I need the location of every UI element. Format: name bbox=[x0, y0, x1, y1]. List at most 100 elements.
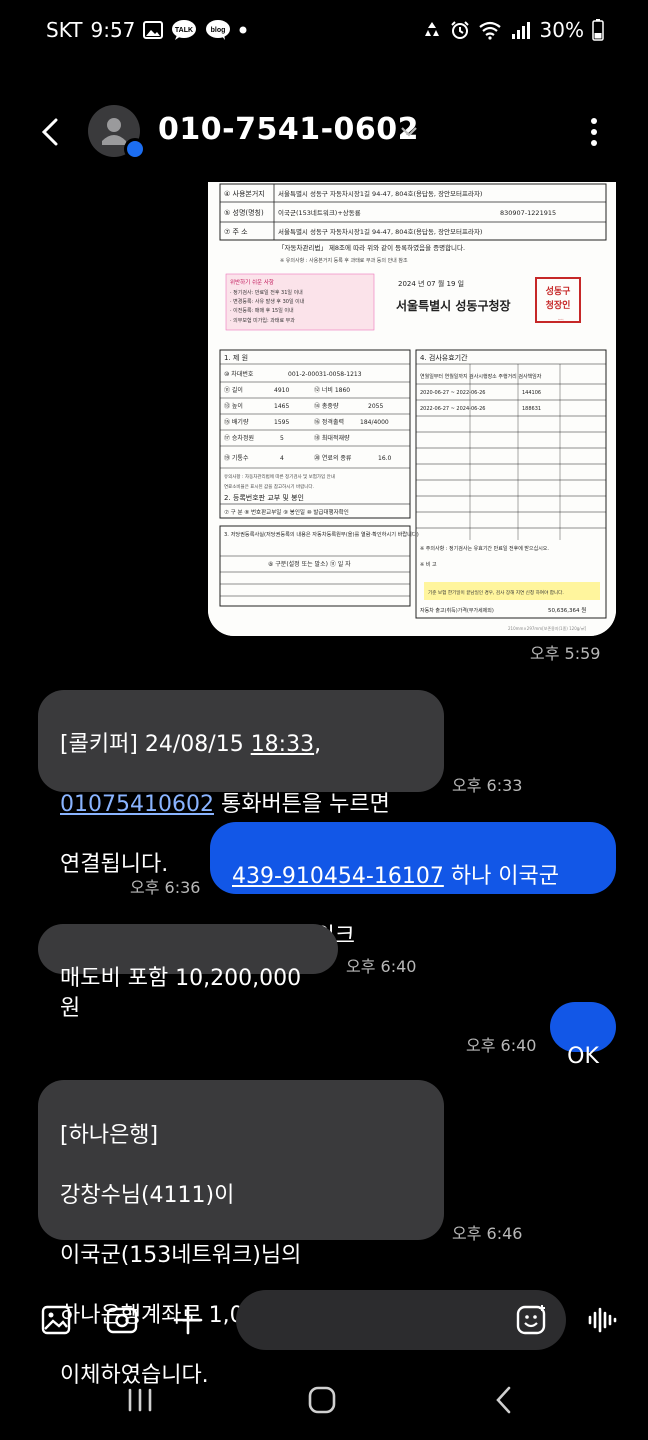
time-link[interactable]: 18:33 bbox=[251, 732, 314, 757]
doc-section-1: 1. 제 원 bbox=[224, 353, 248, 362]
message-line: 강창수님(4111)이 bbox=[60, 1183, 235, 1208]
signal-icon bbox=[510, 20, 532, 40]
incoming-message[interactable]: [콜키퍼] 24/08/15 18:33, 01075410602 통화버튼을 … bbox=[38, 690, 444, 877]
battery-label: 30% bbox=[539, 18, 584, 42]
message-line: [하나은행] bbox=[60, 1123, 159, 1148]
doc-spec-wt: 2055 bbox=[368, 403, 383, 410]
more-icon bbox=[591, 118, 597, 146]
account-link[interactable]: 439-910454-16107 bbox=[232, 864, 444, 889]
navigation-bar bbox=[0, 1370, 648, 1430]
svg-text:⑬ 높이: ⑬ 높이 bbox=[224, 402, 243, 410]
chat-badge bbox=[124, 138, 146, 160]
svg-text:⑦ 주 소: ⑦ 주 소 bbox=[224, 228, 248, 236]
contact-name[interactable]: 010-7541-0602 bbox=[158, 112, 419, 147]
doc-spec-id: 001-2-00031-0058-1213 bbox=[288, 371, 362, 378]
message-text: 통화버튼을 누르면 bbox=[213, 792, 390, 817]
incoming-message[interactable]: [하나은행] 강창수님(4111)이 이국군(153네트워크)님의 하나은행계좌… bbox=[38, 1080, 444, 1388]
svg-text:④ 사용본거지: ④ 사용본거지 bbox=[224, 189, 265, 198]
phone-link[interactable]: 01075410602 bbox=[60, 792, 214, 817]
incoming-message[interactable]: 매도비 포함 10,200,000원 bbox=[38, 924, 338, 1021]
doc-issuer: 서울특별시 성동구청장 bbox=[396, 298, 511, 313]
doc-notice: 「자동차관리법」 제8조에 따라 위와 같이 등록하였음을 증명합니다. bbox=[278, 243, 465, 252]
status-left: SKT 9:57 TALK blog bbox=[46, 18, 247, 42]
svg-text:⑱ 최대적재량: ⑱ 최대적재량 bbox=[314, 434, 350, 442]
message-text: OK bbox=[567, 1044, 599, 1069]
svg-text:⑤ 성명(명칭): ⑤ 성명(명칭) bbox=[224, 208, 264, 217]
emoji-button[interactable] bbox=[514, 1302, 550, 1342]
home-button[interactable] bbox=[304, 1384, 340, 1420]
message-input[interactable] bbox=[236, 1290, 566, 1350]
message-line: 01075410602 통화버튼을 누르면 bbox=[60, 790, 422, 820]
dot-icon bbox=[239, 26, 247, 34]
conversation-header: 010-7541-0602 bbox=[0, 92, 648, 172]
svg-text:성동구: 성동구 bbox=[546, 285, 571, 297]
svg-text:연료소비율은 표시된 값을 참고하시기 바랍니다.: 연료소비율은 표시된 값을 참고하시기 바랍니다. bbox=[224, 483, 314, 490]
more-options-button[interactable] bbox=[580, 112, 608, 152]
svg-text:· 이전등록: 매매 후 15일 이내: · 이전등록: 매매 후 15일 이내 bbox=[230, 307, 294, 314]
doc-insp-1: 2020-06-27 ~ 2022-06-26 bbox=[420, 390, 485, 396]
recents-button[interactable] bbox=[120, 1384, 160, 1420]
svg-text:blog: blog bbox=[211, 27, 226, 34]
gallery-icon bbox=[143, 21, 164, 39]
camera-button[interactable] bbox=[104, 1302, 140, 1338]
gallery-button[interactable] bbox=[38, 1302, 74, 1338]
emoji-icon bbox=[516, 1305, 546, 1335]
voice-input-button[interactable] bbox=[584, 1302, 620, 1338]
message-time: 오후 6:40 bbox=[466, 1036, 537, 1055]
doc-spec-len: 4910 bbox=[274, 387, 289, 394]
gallery-icon bbox=[41, 1305, 71, 1335]
svg-text:· 변경등록: 사유 발생 후 30일 이내: · 변경등록: 사유 발생 후 30일 이내 bbox=[230, 298, 305, 305]
recents-icon bbox=[128, 1388, 152, 1412]
svg-text:※ 비 고: ※ 비 고 bbox=[420, 561, 437, 568]
doc-spec-fuel: 16.0 bbox=[378, 455, 392, 462]
doc-address: 서울특별시 성동구 자동차시장1길 94-47, 804호(용답동, 장안모터프… bbox=[278, 189, 482, 198]
svg-text:TALK: TALK bbox=[175, 27, 193, 34]
svg-text:⑦ 구 분 ⑧ 번호판교부일 ⑨ 봉인일 ⑩ 발: ⑦ 구 분 ⑧ 번호판교부일 ⑨ 봉인일 ⑩ 발급대행자확인 bbox=[224, 508, 349, 516]
doc-insp-2: 2022-06-27 ~ 2024-06-26 bbox=[420, 406, 485, 412]
doc-spec-cyl: 4 bbox=[280, 455, 284, 462]
home-icon bbox=[308, 1386, 336, 1414]
back-icon bbox=[41, 118, 58, 146]
doc-owner: 이국군(153네트워크)+상동룡 bbox=[278, 208, 361, 217]
svg-text:⑭ 총중량: ⑭ 총중량 bbox=[314, 402, 339, 410]
battery-icon bbox=[592, 19, 604, 41]
outgoing-message[interactable]: OK bbox=[550, 1002, 616, 1069]
svg-text:유의사항 : 자동차관리법에 따른 정기검사 및 보험가입: 유의사항 : 자동차관리법에 따른 정기검사 및 보험가입 안내 bbox=[224, 473, 335, 480]
recycle-icon bbox=[422, 20, 442, 40]
doc-price: 50,636,364 원 bbox=[548, 606, 586, 614]
plus-icon bbox=[173, 1305, 203, 1335]
status-right: 30% bbox=[422, 18, 604, 42]
message-text: 하나 이국군 bbox=[443, 864, 560, 889]
doc-odo-2: 188631 bbox=[522, 406, 541, 412]
svg-text:위반하기 쉬운 사항: 위반하기 쉬운 사항 bbox=[230, 278, 274, 286]
doc-section-4: 4. 검사유효기간 bbox=[420, 353, 468, 362]
message-text: , bbox=[314, 732, 322, 757]
contact-expand-button[interactable] bbox=[398, 120, 420, 142]
message-line: [콜키퍼] 24/08/15 18:33, bbox=[60, 730, 422, 760]
blog-icon: blog bbox=[205, 19, 231, 41]
doc-section-2: 2. 등록번호판 교부 및 봉인 bbox=[224, 493, 304, 502]
svg-text:⑧ 구분(설정 또는 말소) ⑪ 일 자: ⑧ 구분(설정 또는 말소) ⑪ 일 자 bbox=[268, 560, 351, 568]
svg-text:⑮ 배기량: ⑮ 배기량 bbox=[224, 418, 249, 426]
svg-text:⑰ 승차정원: ⑰ 승차정원 bbox=[224, 434, 254, 442]
svg-text:210mm×297mm[보존용지(1종) 120g/㎡]: 210mm×297mm[보존용지(1종) 120g/㎡] bbox=[508, 625, 587, 631]
attached-document-image[interactable]: ④ 사용본거지 서울특별시 성동구 자동차시장1길 94-47, 804호(용답… bbox=[208, 182, 616, 636]
message-text: [콜키퍼] 24/08/15 bbox=[60, 732, 251, 757]
message-time: 오후 5:59 bbox=[530, 644, 601, 663]
carrier-label: SKT bbox=[46, 18, 83, 42]
alarm-icon bbox=[450, 20, 470, 40]
back-button[interactable] bbox=[30, 112, 70, 152]
message-composer bbox=[0, 1288, 648, 1352]
doc-spec-out: 184/4000 bbox=[360, 419, 389, 426]
message-time: 오후 6:46 bbox=[452, 1224, 523, 1243]
doc-address-2: 서울특별시 성동구 자동차시장1길 94-47, 804호(용답동, 장안모터프… bbox=[278, 227, 482, 236]
outgoing-message[interactable]: 439-910454-16107 하나 이국군 153네트워크 bbox=[210, 822, 616, 949]
add-attachment-button[interactable] bbox=[170, 1302, 206, 1338]
talk-icon: TALK bbox=[171, 19, 197, 41]
nav-back-button[interactable] bbox=[486, 1384, 522, 1420]
doc-regno: 830907-1221915 bbox=[500, 209, 556, 217]
svg-text:⑩ 차대번호: ⑩ 차대번호 bbox=[224, 370, 254, 378]
svg-text:연월일부터 연월일까지 검사시행장소 주행거리: 연월일부터 연월일까지 검사시행장소 주행거리 검사책임자 bbox=[420, 373, 542, 380]
message-time: 오후 6:36 bbox=[130, 878, 201, 897]
svg-text:※ 유의사항 : 사용본거지 등록 후 과태료 부과 등의: ※ 유의사항 : 사용본거지 등록 후 과태료 부과 등의 안내 참조 bbox=[280, 257, 408, 264]
